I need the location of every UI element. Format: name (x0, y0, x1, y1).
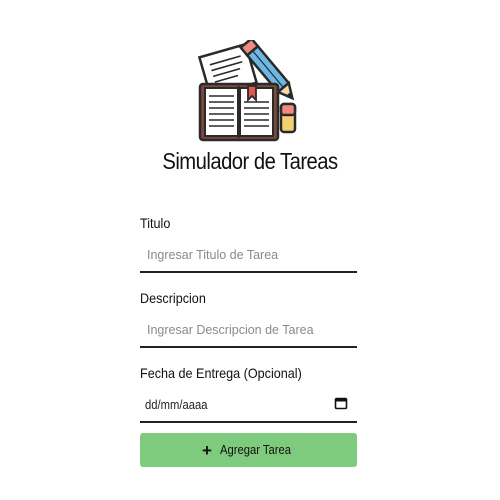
plus-icon: + (202, 440, 212, 460)
description-field-group: Descripcion (140, 288, 357, 363)
add-task-button[interactable]: + Agregar Tarea (140, 433, 357, 467)
add-task-button-label: Agregar Tarea (219, 443, 292, 457)
task-form: Titulo Descripcion Fecha de Entrega (Opc… (140, 213, 357, 438)
title-field-group: Titulo (140, 213, 357, 288)
description-label: Descripcion (140, 290, 206, 306)
notebook-pencil-icon (197, 40, 297, 142)
due-date-value: dd/mm/aaaa (145, 398, 208, 412)
title-label: Titulo (140, 215, 171, 231)
due-date-input[interactable]: dd/mm/aaaa (140, 389, 357, 423)
title-input[interactable] (140, 239, 357, 273)
task-simulator-page: Simulador de Tareas Titulo Descripcion F… (0, 0, 500, 500)
calendar-icon[interactable] (334, 396, 348, 410)
due-date-label: Fecha de Entrega (Opcional) (140, 365, 302, 381)
page-title: Simulador de Tareas (162, 148, 338, 174)
date-field-group: Fecha de Entrega (Opcional) dd/mm/aaaa (140, 363, 357, 438)
description-input[interactable] (140, 314, 357, 348)
